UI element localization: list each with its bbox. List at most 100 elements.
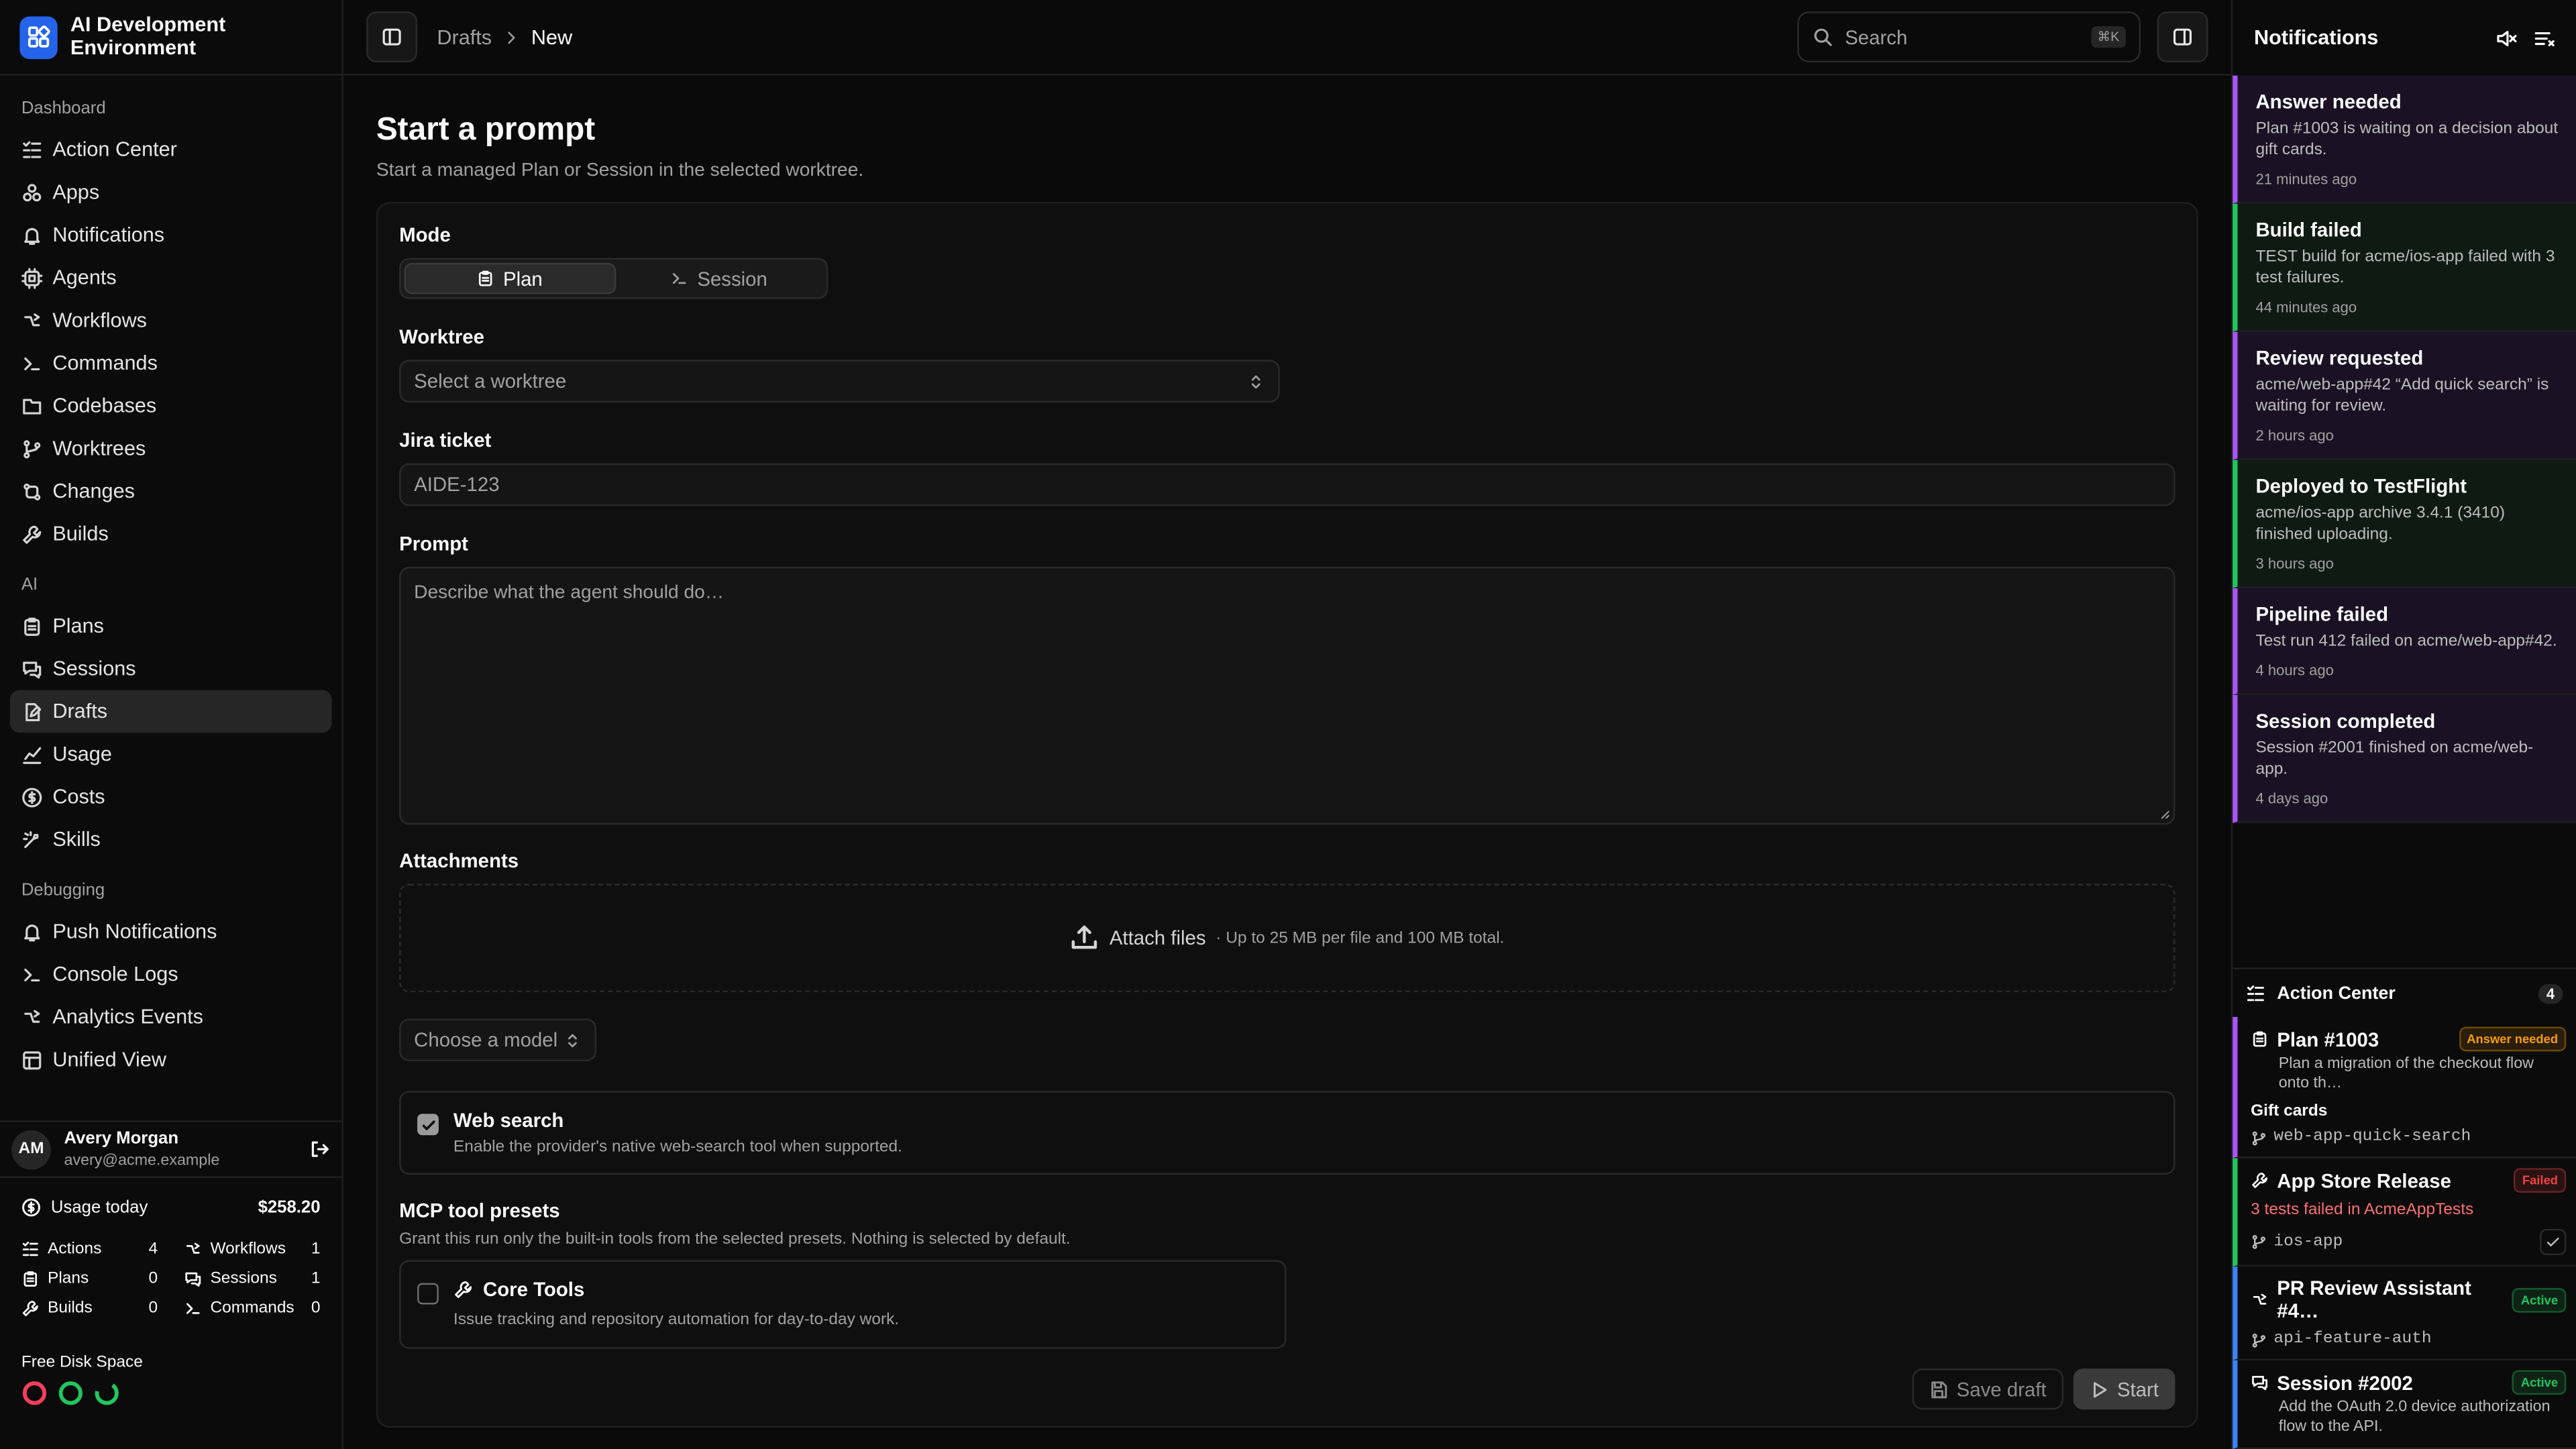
action-item[interactable]: PR Review Assistant #4… Active api-feature… xyxy=(2233,1267,2576,1360)
user-profile: AM Avery Morgan avery@acme.example xyxy=(0,1120,342,1176)
search-input[interactable]: Search ⌘K xyxy=(1797,11,2141,63)
prompt-textarea[interactable]: Describe what the agent should do… xyxy=(399,566,2176,825)
notification-title: Pipeline failed xyxy=(2255,602,2389,627)
worktree-select[interactable]: Select a worktree xyxy=(399,360,1280,403)
stat-builds: Builds 0 xyxy=(21,1299,158,1318)
prompt-form: Mode Plan Session Worktree Select a work… xyxy=(376,202,2198,1428)
sidebar-item-apps[interactable]: Apps xyxy=(10,171,332,214)
status-badge: Active xyxy=(2512,1370,2567,1395)
mode-session-option[interactable]: Session xyxy=(615,263,823,294)
notification-item[interactable]: Pipeline failed Test run 412 failed on ac… xyxy=(2233,588,2576,695)
resize-handle-icon[interactable] xyxy=(2157,806,2171,820)
codebases-icon xyxy=(21,395,43,417)
page-subtitle: Start a managed Plan or Session in the s… xyxy=(376,161,864,181)
sidebar-item-drafts[interactable]: Drafts xyxy=(9,690,332,733)
sidebar-item-usage[interactable]: Usage xyxy=(10,733,332,775)
toggle-right-panel-button[interactable] xyxy=(2157,11,2208,63)
sidebar-item-skills[interactable]: Skills xyxy=(10,818,332,861)
action-desc: Plan a migration of the checkout flow on… xyxy=(2278,1055,2534,1093)
attach-dropzone[interactable]: Attach files · Up to 25 MB per file and … xyxy=(399,883,2176,993)
worktree-placeholder: Select a worktree xyxy=(414,370,567,393)
skills-icon xyxy=(21,829,43,851)
sidebar-item-label: Action Center xyxy=(52,138,177,162)
notification-body: Plan #1003 is waiting on a decision abou… xyxy=(2255,119,2559,160)
sidebar-item-action-center[interactable]: Action Center xyxy=(10,128,332,171)
notification-item[interactable]: Deployed to TestFlight acme/ios-app archi… xyxy=(2233,460,2576,588)
sidebar-item-costs[interactable]: Costs xyxy=(10,775,332,818)
notification-item[interactable]: Build failed TEST build for acme/ios-app … xyxy=(2233,203,2576,332)
notification-item[interactable]: Session completed Session #2001 finished … xyxy=(2233,694,2576,823)
notification-time: 44 minutes ago xyxy=(2255,299,2357,316)
notification-title: Answer needed xyxy=(2255,90,2402,113)
stat-commands: Commands 0 xyxy=(184,1299,321,1318)
web-search-checkbox[interactable] xyxy=(417,1114,439,1136)
app-name: AI Development Environment xyxy=(70,13,226,58)
mute-icon[interactable] xyxy=(2496,27,2517,48)
toggle-sidebar-button[interactable] xyxy=(366,11,418,63)
sidebar-item-label: Apps xyxy=(52,180,100,204)
action-item[interactable]: Session #2002 Active Add the OAuth 2.0 dev… xyxy=(2233,1360,2576,1449)
avatar[interactable]: AM xyxy=(11,1129,51,1169)
status-badge: Answer needed xyxy=(2459,1026,2567,1052)
notification-body: TEST build for acme/ios-app failed with … xyxy=(2255,248,2555,288)
notification-item[interactable]: Review requested acme/web-app#42 “Add qui… xyxy=(2233,331,2576,460)
sidebar-item-unified-view[interactable]: Unified View xyxy=(10,1038,332,1081)
action-title: Session #2002 xyxy=(2277,1371,2413,1394)
stat-label: Commands xyxy=(210,1299,294,1318)
clear-all-icon[interactable] xyxy=(2533,27,2555,48)
attach-files-button[interactable]: Attach files xyxy=(1110,926,1206,949)
upload-icon xyxy=(1070,923,1099,953)
sidebar-item-workflows[interactable]: Workflows xyxy=(10,299,332,342)
model-select[interactable]: Choose a model xyxy=(399,1018,596,1062)
sidebar-item-codebases[interactable]: Codebases xyxy=(10,384,332,427)
mode-plan-option[interactable]: Plan xyxy=(404,262,616,294)
brand[interactable]: AI Development Environment xyxy=(0,0,342,76)
disk-ring-icon[interactable] xyxy=(58,1380,84,1406)
stat-label: Sessions xyxy=(210,1270,277,1289)
branch-icon xyxy=(2251,1332,2267,1348)
sidebar-item-notifications[interactable]: Notifications xyxy=(10,213,332,256)
sidebar-item-plans[interactable]: Plans xyxy=(10,604,332,647)
web-search-option[interactable]: Web search Enable the provider's native … xyxy=(399,1091,2176,1175)
sidebar-item-changes[interactable]: Changes xyxy=(10,470,332,513)
sidebar-item-push-notifications[interactable]: Push Notifications xyxy=(10,910,332,953)
analytics-events-icon xyxy=(21,1006,43,1028)
attach-hint: · Up to 25 MB per file and 100 MB total. xyxy=(1216,928,1505,947)
action-item[interactable]: App Store Release Failed 3 tests failed in… xyxy=(2233,1158,2576,1267)
workflows-icon xyxy=(184,1240,202,1258)
action-desc: Add the OAuth 2.0 device authorization f… xyxy=(2278,1398,2551,1436)
core-tools-option[interactable]: Core Tools Issue tracking and repository… xyxy=(399,1260,1287,1349)
core-tools-checkbox[interactable] xyxy=(417,1283,439,1305)
sidebar-item-analytics-events[interactable]: Analytics Events xyxy=(10,996,332,1038)
save-draft-button[interactable]: Save draft xyxy=(1912,1368,2063,1410)
apps-icon xyxy=(21,182,43,203)
logout-icon[interactable] xyxy=(309,1138,330,1160)
sidebar-item-sessions[interactable]: Sessions xyxy=(10,647,332,690)
check-button[interactable] xyxy=(2540,1228,2567,1256)
disk-label: Free Disk Space xyxy=(21,1353,143,1372)
action-extra: Gift cards xyxy=(2251,1102,2328,1121)
stat-value: 4 xyxy=(148,1240,158,1258)
start-button[interactable]: Start xyxy=(2072,1368,2176,1410)
sidebar-item-builds[interactable]: Builds xyxy=(10,513,332,555)
terminal-icon xyxy=(671,270,689,288)
action-item[interactable]: Plan #1003 Answer needed Plan a migration … xyxy=(2233,1016,2576,1159)
disk-ring-icon[interactable] xyxy=(21,1380,48,1406)
sidebar-item-console-logs[interactable]: Console Logs xyxy=(10,953,332,996)
breadcrumb-drafts[interactable]: Drafts xyxy=(437,25,492,48)
jira-ticket-input[interactable]: AIDE-123 xyxy=(399,463,2176,506)
core-tools-title: Core Tools xyxy=(483,1278,585,1301)
sidebar-item-worktrees[interactable]: Worktrees xyxy=(10,427,332,470)
sidebar-item-agents[interactable]: Agents xyxy=(10,256,332,299)
branch-icon xyxy=(2251,1130,2267,1146)
notification-item[interactable]: Answer needed Plan #1003 is waiting on a … xyxy=(2233,75,2576,204)
action-center-title: Action Center xyxy=(2277,983,2396,1004)
mode-toggle: Plan Session xyxy=(399,258,828,299)
save-icon xyxy=(1929,1379,1948,1399)
sidebar-item-label: Push Notifications xyxy=(52,920,217,943)
disk-ring-icon[interactable] xyxy=(94,1380,120,1406)
sidebar-item-commands[interactable]: Commands xyxy=(10,341,332,384)
action-center-list: Plan #1003 Answer needed Plan a migration … xyxy=(2233,1016,2576,1449)
model-placeholder: Choose a model xyxy=(414,1028,558,1052)
app-logo-icon xyxy=(19,15,58,58)
